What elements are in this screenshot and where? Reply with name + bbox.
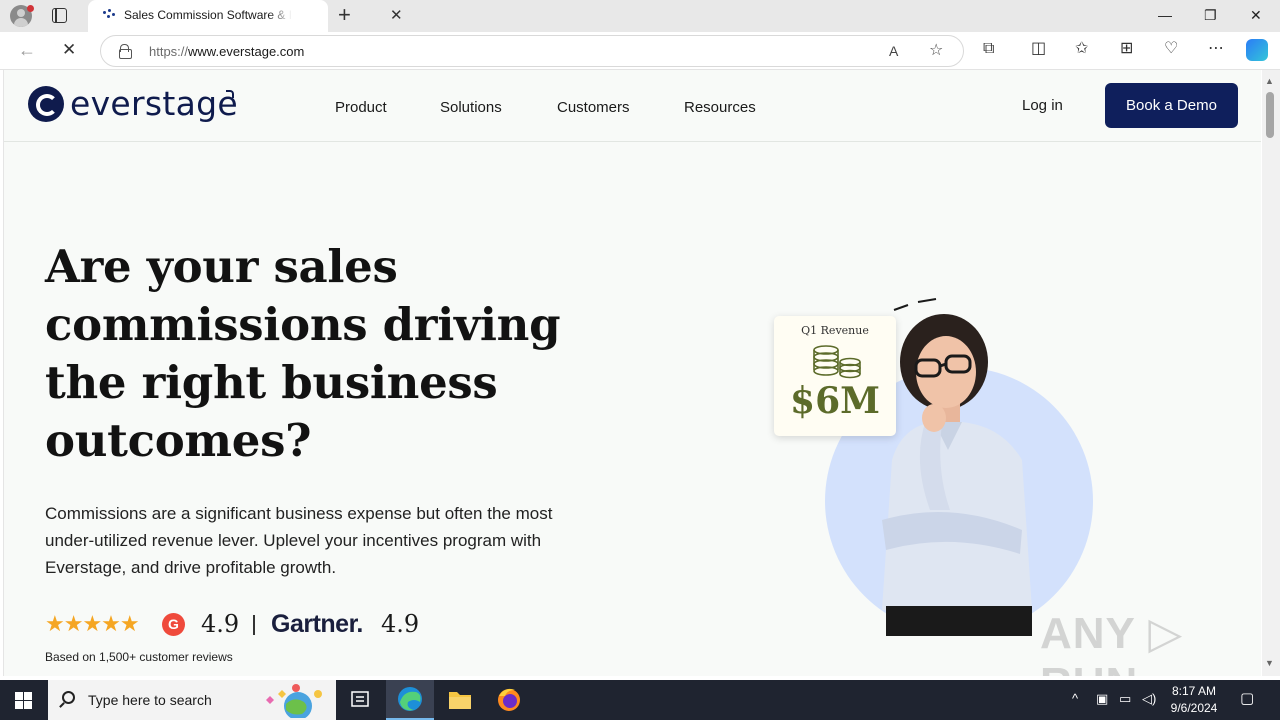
favorite-star-icon[interactable]: ☆: [929, 42, 943, 60]
nav-resources[interactable]: Resources: [684, 99, 756, 116]
hero-subtitle: Commissions are a significant business e…: [45, 504, 553, 577]
search-highlight-icon: [266, 684, 322, 718]
thinking-woman-illustration: [882, 314, 1032, 636]
ratings-row: ★★★★★ G 4.9 Gartner. 4.9: [45, 610, 605, 640]
login-link[interactable]: Log in: [1022, 97, 1063, 114]
nav-customers[interactable]: Customers: [557, 99, 630, 116]
tab-close-icon[interactable]: ✕: [390, 8, 403, 24]
logo-accent-icon: [226, 90, 234, 98]
collections-icon[interactable]: ⊞: [1120, 40, 1133, 58]
card-value: $6M: [790, 380, 880, 422]
task-view-icon: [351, 691, 369, 707]
browser-tab-bar: Sales Commission Software & Incentive ✕ …: [0, 0, 1280, 32]
anyrun-watermark: ANY ▷ RUN: [1040, 609, 1184, 676]
nav-solutions[interactable]: Solutions: [440, 99, 502, 116]
site-logo[interactable]: everstage: [70, 84, 238, 123]
taskbar-edge[interactable]: [386, 680, 434, 720]
restore-button[interactable]: ❐: [1204, 6, 1217, 24]
edge-browser-icon: [398, 687, 422, 711]
q1-revenue-card: Q1 Revenue $6M: [774, 316, 896, 436]
address-bar[interactable]: https://www.everstage.com A ☆: [100, 35, 964, 67]
show-hidden-icons-icon[interactable]: ^: [1072, 691, 1078, 707]
windows-start-icon[interactable]: [15, 692, 32, 709]
taskbar-file-explorer[interactable]: [436, 680, 484, 720]
task-view-button[interactable]: [336, 680, 384, 720]
lock-icon[interactable]: [119, 44, 132, 59]
read-aloud-icon[interactable]: A: [889, 42, 898, 60]
tab-actions-icon[interactable]: [52, 8, 67, 23]
browser-essentials-icon[interactable]: ♡: [1164, 40, 1178, 58]
folder-icon: [449, 692, 471, 709]
tray-device-icon[interactable]: ▣: [1096, 691, 1108, 707]
split-screen-icon[interactable]: ◫: [1031, 40, 1046, 58]
new-tab-button[interactable]: +: [338, 4, 351, 26]
browser-tab-active[interactable]: Sales Commission Software & Incentive ✕: [88, 0, 403, 32]
scrollbar-thumb[interactable]: [1266, 92, 1274, 138]
tab-title: Sales Commission Software & Incentive: [124, 8, 292, 22]
rating-divider: [253, 615, 255, 635]
copilot-icon[interactable]: [1246, 39, 1268, 61]
reviews-note: Based on 1,500+ customer reviews: [45, 650, 233, 664]
settings-more-icon[interactable]: ⋯: [1208, 40, 1224, 58]
card-title: Q1 Revenue: [801, 324, 869, 337]
taskbar-clock[interactable]: 8:17 AM 9/6/2024: [1166, 683, 1222, 717]
book-demo-button[interactable]: Book a Demo: [1105, 83, 1238, 128]
gartner-rating: 4.9: [381, 610, 420, 638]
url-text[interactable]: https://www.everstage.com: [149, 44, 304, 59]
minimize-button[interactable]: —: [1158, 6, 1172, 24]
search-icon: [62, 691, 75, 704]
rating-stars-icon: ★★★★★: [45, 611, 140, 636]
gartner-logo: Gartner.: [271, 610, 363, 638]
taskbar-firefox[interactable]: [485, 680, 533, 720]
extensions-icon[interactable]: ⧉: [983, 40, 994, 58]
url-scheme: https://: [149, 44, 189, 59]
site-header: everstage Product Solutions Customers Re…: [4, 70, 1261, 142]
scroll-down-arrow-icon[interactable]: ▼: [1265, 658, 1274, 668]
volume-icon[interactable]: ◁): [1142, 691, 1156, 707]
web-page: everstage Product Solutions Customers Re…: [3, 70, 1261, 676]
clock-date: 9/6/2024: [1170, 701, 1218, 715]
scroll-up-arrow-icon[interactable]: ▲: [1265, 76, 1274, 86]
stop-loading-icon[interactable]: ✕: [62, 40, 76, 60]
firefox-icon: [498, 688, 520, 711]
profile-notification-dot: [27, 5, 34, 12]
hero-heading: Are your sales commissions driving the r…: [45, 240, 561, 467]
clock-time: 8:17 AM: [1171, 684, 1217, 698]
back-arrow-icon[interactable]: ←: [18, 40, 36, 60]
nav-product[interactable]: Product: [335, 99, 387, 116]
search-placeholder: Type here to search: [88, 692, 212, 708]
page-scrollbar[interactable]: ▲ ▼: [1262, 70, 1280, 676]
g2-logo-icon: G: [162, 613, 185, 636]
notification-center-icon[interactable]: ▢: [1240, 691, 1254, 707]
everstage-logo-icon[interactable]: [28, 86, 64, 122]
windows-taskbar: Type here to search ^ ▣ ▭ ◁) 8:17 AM 9/6…: [0, 680, 1280, 720]
everstage-favicon-icon: [102, 9, 116, 23]
window-close-button[interactable]: ✕: [1250, 6, 1262, 24]
favorites-icon[interactable]: ✩: [1075, 40, 1088, 58]
network-icon[interactable]: ▭: [1119, 691, 1131, 707]
coins-stack-icon: [813, 345, 861, 379]
url-host: www.everstage.com: [188, 44, 305, 59]
taskbar-search-box[interactable]: Type here to search: [48, 680, 336, 720]
g2-rating: 4.9: [201, 610, 240, 638]
